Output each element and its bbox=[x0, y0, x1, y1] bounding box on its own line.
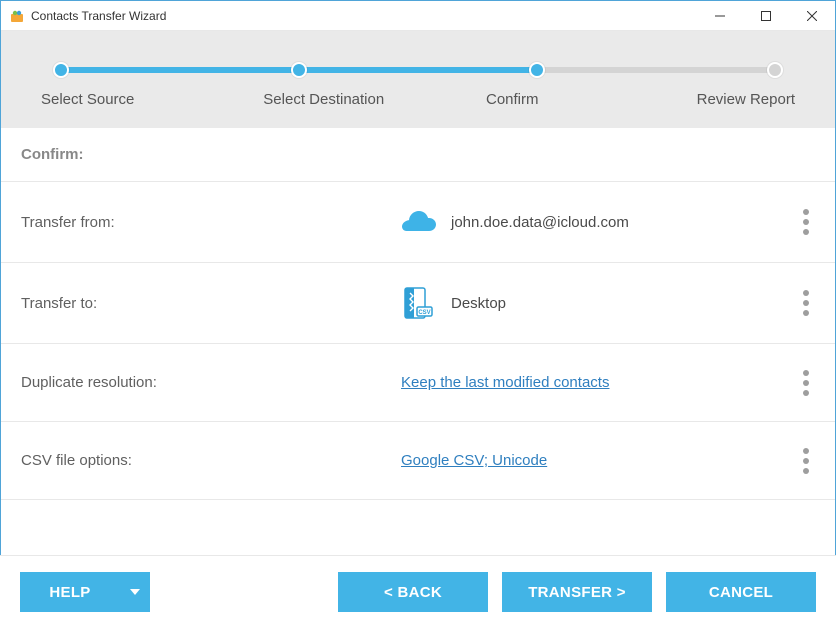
transfer-to-label: Transfer to: bbox=[21, 295, 401, 312]
row-csv-options: CSV file options: Google CSV; Unicode bbox=[1, 422, 835, 500]
transfer-to-value: Desktop bbox=[451, 295, 506, 312]
cancel-button[interactable]: CANCEL bbox=[666, 572, 816, 612]
transfer-to-value-group: CSV Desktop bbox=[401, 285, 506, 321]
row-duplicate-resolution: Duplicate resolution: Keep the last modi… bbox=[1, 344, 835, 422]
footer-buttons: HELP < BACK TRANSFER > CANCEL bbox=[0, 555, 836, 630]
titlebar: Contacts Transfer Wizard bbox=[1, 1, 835, 31]
transfer-button[interactable]: TRANSFER > bbox=[502, 572, 652, 612]
csv-options-label: CSV file options: bbox=[21, 452, 401, 469]
svg-text:CSV: CSV bbox=[418, 310, 430, 316]
window-controls bbox=[697, 1, 835, 30]
section-title: Confirm: bbox=[1, 128, 835, 182]
step-label-4: Review Report bbox=[607, 91, 796, 108]
help-button-label: HELP bbox=[20, 584, 120, 601]
transfer-from-value-group: john.doe.data@icloud.com bbox=[401, 204, 629, 240]
transfer-from-value: john.doe.data@icloud.com bbox=[451, 214, 629, 231]
step-label-1: Select Source bbox=[41, 91, 230, 108]
minimize-button[interactable] bbox=[697, 1, 743, 30]
step-dot-3 bbox=[529, 62, 545, 78]
app-icon bbox=[9, 8, 25, 24]
row-transfer-to: Transfer to: CSV Desktop bbox=[1, 263, 835, 344]
step-label-3: Confirm bbox=[418, 91, 607, 108]
step-label-2: Select Destination bbox=[230, 91, 419, 108]
duplicate-resolution-link[interactable]: Keep the last modified contacts bbox=[401, 374, 609, 391]
step-dot-4 bbox=[767, 62, 783, 78]
duplicate-resolution-label: Duplicate resolution: bbox=[21, 374, 401, 391]
more-menu-dup[interactable] bbox=[797, 364, 815, 402]
csv-file-icon: CSV bbox=[401, 285, 437, 321]
more-menu-csv[interactable] bbox=[797, 442, 815, 480]
more-menu-from[interactable] bbox=[797, 203, 815, 241]
more-menu-to[interactable] bbox=[797, 284, 815, 322]
close-button[interactable] bbox=[789, 1, 835, 30]
help-dropdown-toggle[interactable] bbox=[120, 589, 150, 595]
transfer-from-label: Transfer from: bbox=[21, 214, 401, 231]
step-labels: Select Source Select Destination Confirm… bbox=[41, 91, 795, 108]
maximize-button[interactable] bbox=[743, 1, 789, 30]
content-area: Confirm: Transfer from: john.doe.data@ic… bbox=[1, 128, 835, 500]
step-dot-1 bbox=[53, 62, 69, 78]
csv-options-link[interactable]: Google CSV; Unicode bbox=[401, 452, 547, 469]
window-title: Contacts Transfer Wizard bbox=[31, 9, 697, 23]
step-dot-2 bbox=[291, 62, 307, 78]
back-button[interactable]: < BACK bbox=[338, 572, 488, 612]
stepper-region: Select Source Select Destination Confirm… bbox=[1, 31, 835, 128]
cloud-icon bbox=[401, 204, 437, 240]
row-transfer-from: Transfer from: john.doe.data@icloud.com bbox=[1, 182, 835, 263]
stepper-track bbox=[61, 59, 775, 81]
help-button[interactable]: HELP bbox=[20, 572, 150, 612]
